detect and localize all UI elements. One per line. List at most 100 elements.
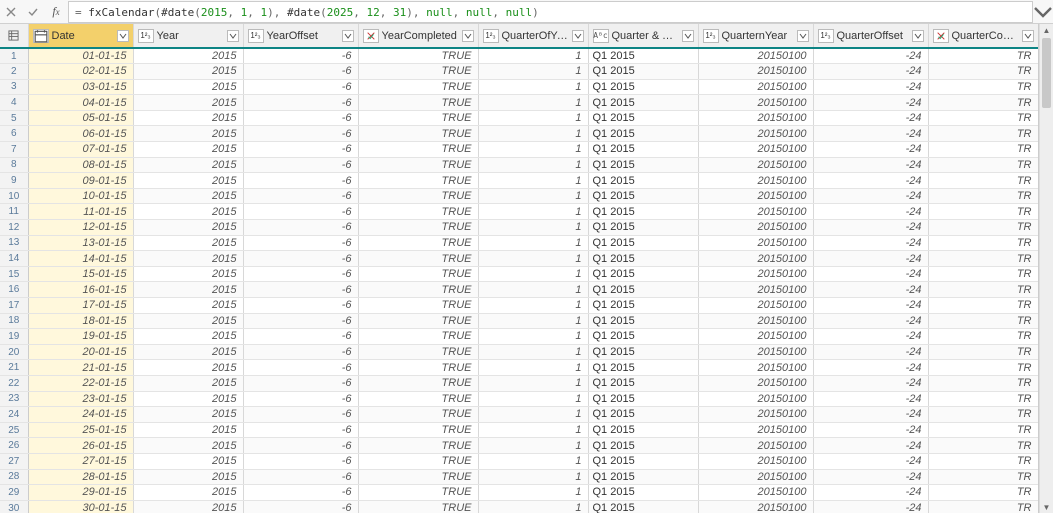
cell-quarteryear[interactable]: Q1 2015 (588, 142, 698, 158)
cell-quarterofyear[interactable]: 1 (478, 500, 588, 513)
cell-year[interactable]: 2015 (133, 251, 243, 267)
cell-quarternyear[interactable]: 20150100 (698, 375, 813, 391)
cell-quarterofyear[interactable]: 1 (478, 126, 588, 142)
select-all-corner[interactable] (0, 24, 28, 48)
cell-quarternyear[interactable]: 20150100 (698, 188, 813, 204)
cell-quarterofyear[interactable]: 1 (478, 438, 588, 454)
cell-year[interactable]: 2015 (133, 266, 243, 282)
cell-quarternyear[interactable]: 20150100 (698, 298, 813, 314)
cell-quartercompleted[interactable]: TR (928, 485, 1038, 501)
cell-date[interactable]: 17-01-15 (28, 298, 133, 314)
cell-quarterofyear[interactable]: 1 (478, 251, 588, 267)
column-filter-button[interactable] (1022, 30, 1034, 42)
cell-quarteroffset[interactable]: -24 (813, 48, 928, 64)
cell-quartercompleted[interactable]: TR (928, 282, 1038, 298)
cell-year[interactable]: 2015 (133, 110, 243, 126)
cell-date[interactable]: 20-01-15 (28, 344, 133, 360)
cell-quartercompleted[interactable]: TR (928, 453, 1038, 469)
row-number[interactable]: 5 (0, 110, 28, 126)
cell-year[interactable]: 2015 (133, 422, 243, 438)
cell-quartercompleted[interactable]: TR (928, 235, 1038, 251)
cell-quarteroffset[interactable]: -24 (813, 453, 928, 469)
cell-quartercompleted[interactable]: TR (928, 469, 1038, 485)
table-row[interactable]: 1515-01-152015-6TRUE1Q1 201520150100-24T… (0, 266, 1038, 282)
cell-quartercompleted[interactable]: TR (928, 298, 1038, 314)
cell-yearcompleted[interactable]: TRUE (358, 251, 478, 267)
cell-date[interactable]: 10-01-15 (28, 188, 133, 204)
cell-quarterofyear[interactable]: 1 (478, 188, 588, 204)
cell-quarterofyear[interactable]: 1 (478, 204, 588, 220)
column-filter-button[interactable] (572, 30, 584, 42)
cell-yearoffset[interactable]: -6 (243, 64, 358, 80)
cell-yearcompleted[interactable]: TRUE (358, 188, 478, 204)
cell-yearoffset[interactable]: -6 (243, 375, 358, 391)
cell-quarternyear[interactable]: 20150100 (698, 110, 813, 126)
cell-quarternyear[interactable]: 20150100 (698, 235, 813, 251)
cell-yearcompleted[interactable]: TRUE (358, 453, 478, 469)
cell-year[interactable]: 2015 (133, 48, 243, 64)
cell-quartercompleted[interactable]: TR (928, 142, 1038, 158)
table-row[interactable]: 909-01-152015-6TRUE1Q1 201520150100-24TR (0, 173, 1038, 189)
cell-year[interactable]: 2015 (133, 360, 243, 376)
column-filter-button[interactable] (117, 30, 129, 42)
cell-quartercompleted[interactable]: TR (928, 391, 1038, 407)
row-number[interactable]: 24 (0, 407, 28, 423)
cell-quarteroffset[interactable]: -24 (813, 110, 928, 126)
table-row[interactable]: 1818-01-152015-6TRUE1Q1 201520150100-24T… (0, 313, 1038, 329)
row-number[interactable]: 11 (0, 204, 28, 220)
table-row[interactable]: 2727-01-152015-6TRUE1Q1 201520150100-24T… (0, 453, 1038, 469)
text-type-icon[interactable]: Aᴮc (593, 29, 609, 43)
cell-yearoffset[interactable]: -6 (243, 344, 358, 360)
table-row[interactable]: 2626-01-152015-6TRUE1Q1 201520150100-24T… (0, 438, 1038, 454)
cell-year[interactable]: 2015 (133, 173, 243, 189)
cell-yearcompleted[interactable]: TRUE (358, 298, 478, 314)
table-row[interactable]: 1616-01-152015-6TRUE1Q1 201520150100-24T… (0, 282, 1038, 298)
cell-quarterofyear[interactable]: 1 (478, 235, 588, 251)
cell-yearcompleted[interactable]: TRUE (358, 173, 478, 189)
cell-year[interactable]: 2015 (133, 469, 243, 485)
cell-quarteroffset[interactable]: -24 (813, 422, 928, 438)
table-row[interactable]: 303-01-152015-6TRUE1Q1 201520150100-24TR (0, 79, 1038, 95)
cell-yearoffset[interactable]: -6 (243, 469, 358, 485)
cell-quarteryear[interactable]: Q1 2015 (588, 407, 698, 423)
cell-quarterofyear[interactable]: 1 (478, 298, 588, 314)
table-row[interactable]: 1010-01-152015-6TRUE1Q1 201520150100-24T… (0, 188, 1038, 204)
cell-quartercompleted[interactable]: TR (928, 79, 1038, 95)
cell-date[interactable]: 01-01-15 (28, 48, 133, 64)
cell-quarteroffset[interactable]: -24 (813, 64, 928, 80)
int-type-icon[interactable]: 1²₃ (703, 29, 719, 43)
cell-date[interactable]: 30-01-15 (28, 500, 133, 513)
cell-quarternyear[interactable]: 20150100 (698, 204, 813, 220)
cell-yearoffset[interactable]: -6 (243, 110, 358, 126)
cell-yearcompleted[interactable]: TRUE (358, 266, 478, 282)
column-filter-button[interactable] (462, 30, 474, 42)
column-filter-button[interactable] (342, 30, 354, 42)
table-row[interactable]: 101-01-152015-6TRUE1Q1 201520150100-24TR (0, 48, 1038, 64)
row-number[interactable]: 3 (0, 79, 28, 95)
cell-quarteryear[interactable]: Q1 2015 (588, 298, 698, 314)
cell-quarteroffset[interactable]: -24 (813, 485, 928, 501)
cell-date[interactable]: 15-01-15 (28, 266, 133, 282)
cell-yearcompleted[interactable]: TRUE (358, 391, 478, 407)
int-type-icon[interactable]: 1²₃ (248, 29, 264, 43)
cell-date[interactable]: 24-01-15 (28, 407, 133, 423)
cell-quartercompleted[interactable]: TR (928, 438, 1038, 454)
cell-yearoffset[interactable]: -6 (243, 173, 358, 189)
cell-year[interactable]: 2015 (133, 407, 243, 423)
cell-year[interactable]: 2015 (133, 329, 243, 345)
cell-quarterofyear[interactable]: 1 (478, 79, 588, 95)
cell-date[interactable]: 28-01-15 (28, 469, 133, 485)
cancel-formula-button[interactable] (0, 1, 22, 23)
cell-quartercompleted[interactable]: TR (928, 204, 1038, 220)
table-row[interactable]: 505-01-152015-6TRUE1Q1 201520150100-24TR (0, 110, 1038, 126)
cell-quarternyear[interactable]: 20150100 (698, 344, 813, 360)
column-header-quarternyear[interactable]: 1²₃QuarternYear (698, 24, 813, 48)
cell-yearoffset[interactable]: -6 (243, 235, 358, 251)
cell-quarterofyear[interactable]: 1 (478, 64, 588, 80)
cell-quarteroffset[interactable]: -24 (813, 375, 928, 391)
cell-yearcompleted[interactable]: TRUE (358, 79, 478, 95)
cell-quartercompleted[interactable]: TR (928, 95, 1038, 111)
cell-quartercompleted[interactable]: TR (928, 375, 1038, 391)
cell-yearcompleted[interactable]: TRUE (358, 344, 478, 360)
table-row[interactable]: 808-01-152015-6TRUE1Q1 201520150100-24TR (0, 157, 1038, 173)
